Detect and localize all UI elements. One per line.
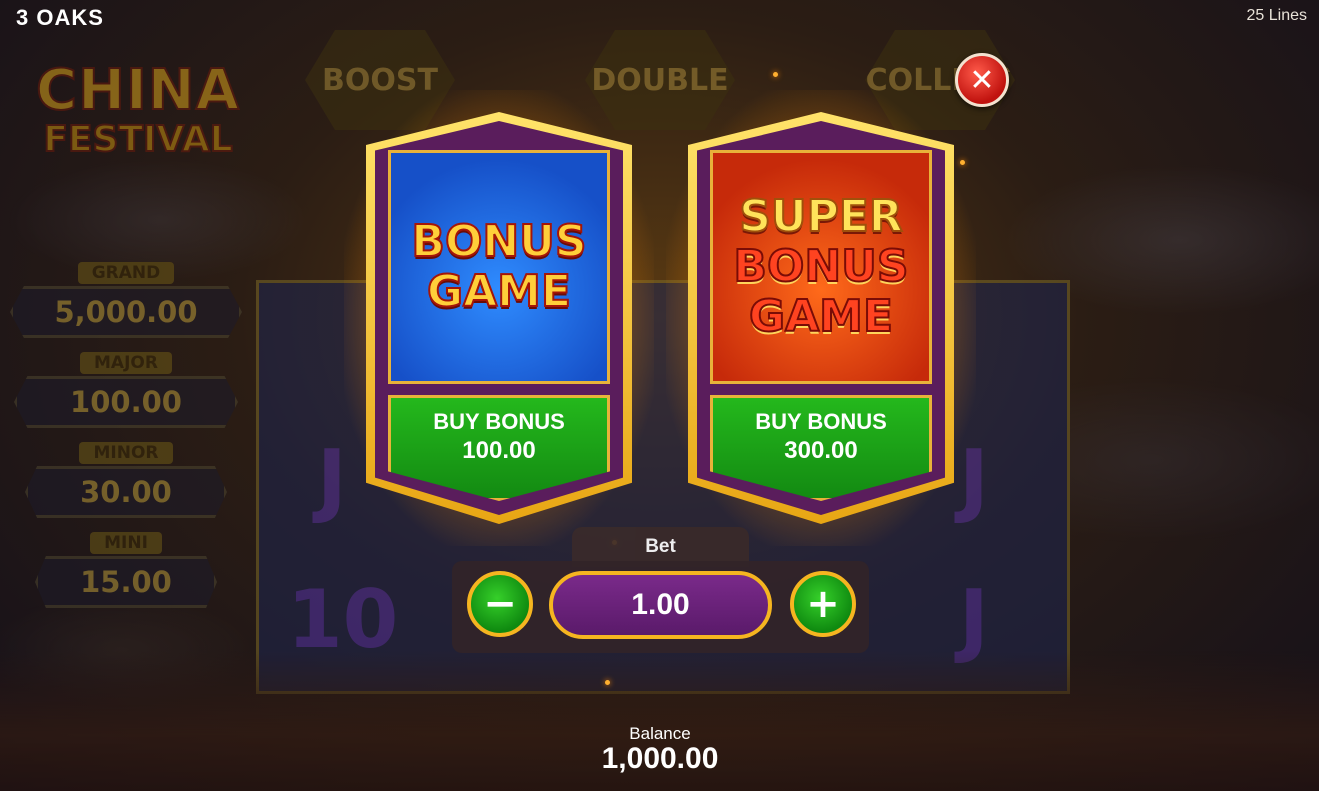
jackpot-grand: GRAND 5,000.00 [10, 262, 242, 338]
jackpot-list: GRAND 5,000.00 MAJOR 100.00 MINOR 30.00 … [10, 262, 242, 622]
lines-count: 25 Lines [1246, 7, 1308, 24]
jackpot-name: GRAND [77, 262, 175, 284]
increase-bet-button[interactable]: + [790, 571, 856, 637]
plus-icon: + [806, 581, 840, 627]
game-logo: CHINA FESTIVAL [28, 58, 248, 161]
super-bonus-game-art: SUPER BONUS GAME [710, 150, 932, 384]
card-title-line: SUPER [738, 191, 904, 243]
jackpot-value: 100.00 [14, 376, 238, 428]
close-button[interactable]: ✕ [955, 53, 1009, 107]
card-title-line: GAME [748, 291, 894, 343]
close-icon: ✕ [969, 62, 995, 98]
buy-bonus-label: BUY BONUS [433, 409, 565, 434]
decrease-bet-button[interactable]: − [467, 571, 533, 637]
jackpot-mini: MINI 15.00 [10, 532, 242, 608]
buy-bonus-price: 100.00 [462, 437, 536, 464]
provider-logo: 3 OAKS [16, 5, 104, 30]
buy-bonus-label: BUY BONUS [755, 409, 887, 434]
logo-line-1: CHINA [35, 58, 240, 123]
jackpot-value: 15.00 [35, 556, 217, 608]
jackpot-major: MAJOR 100.00 [10, 352, 242, 428]
jackpot-name: MINI [90, 532, 162, 554]
card-title-line: BONUS [410, 216, 587, 268]
bet-value: 1.00 [549, 571, 772, 639]
jackpot-name: MINOR [79, 442, 173, 464]
jackpot-name: MAJOR [80, 352, 172, 374]
jackpot-value: 30.00 [25, 466, 227, 518]
balance-label: Balance [629, 724, 691, 743]
spark-decoration [773, 72, 778, 77]
logo-line-2: FESTIVAL [42, 119, 233, 161]
card-title-line: GAME [426, 266, 572, 318]
card-title-line: BONUS [732, 241, 909, 293]
balance-value: 1,000.00 [601, 742, 719, 775]
buy-bonus-price: 300.00 [784, 437, 858, 464]
game-background: CHINA FESTIVAL BOOST DOUBLE COLLECT GRAN… [0, 0, 1319, 791]
jackpot-value: 5,000.00 [10, 286, 242, 338]
bonus-game-card: BONUS GAME BUY BONUS 100.00 [344, 90, 654, 546]
spark-decoration [605, 680, 610, 685]
super-bonus-game-card: SUPER BONUS GAME BUY BONUS 300.00 [666, 90, 976, 546]
reel-symbol-j: J [317, 433, 347, 526]
minus-icon: − [483, 581, 517, 627]
jackpot-minor: MINOR 30.00 [10, 442, 242, 518]
bonus-game-art: BONUS GAME [388, 150, 610, 384]
